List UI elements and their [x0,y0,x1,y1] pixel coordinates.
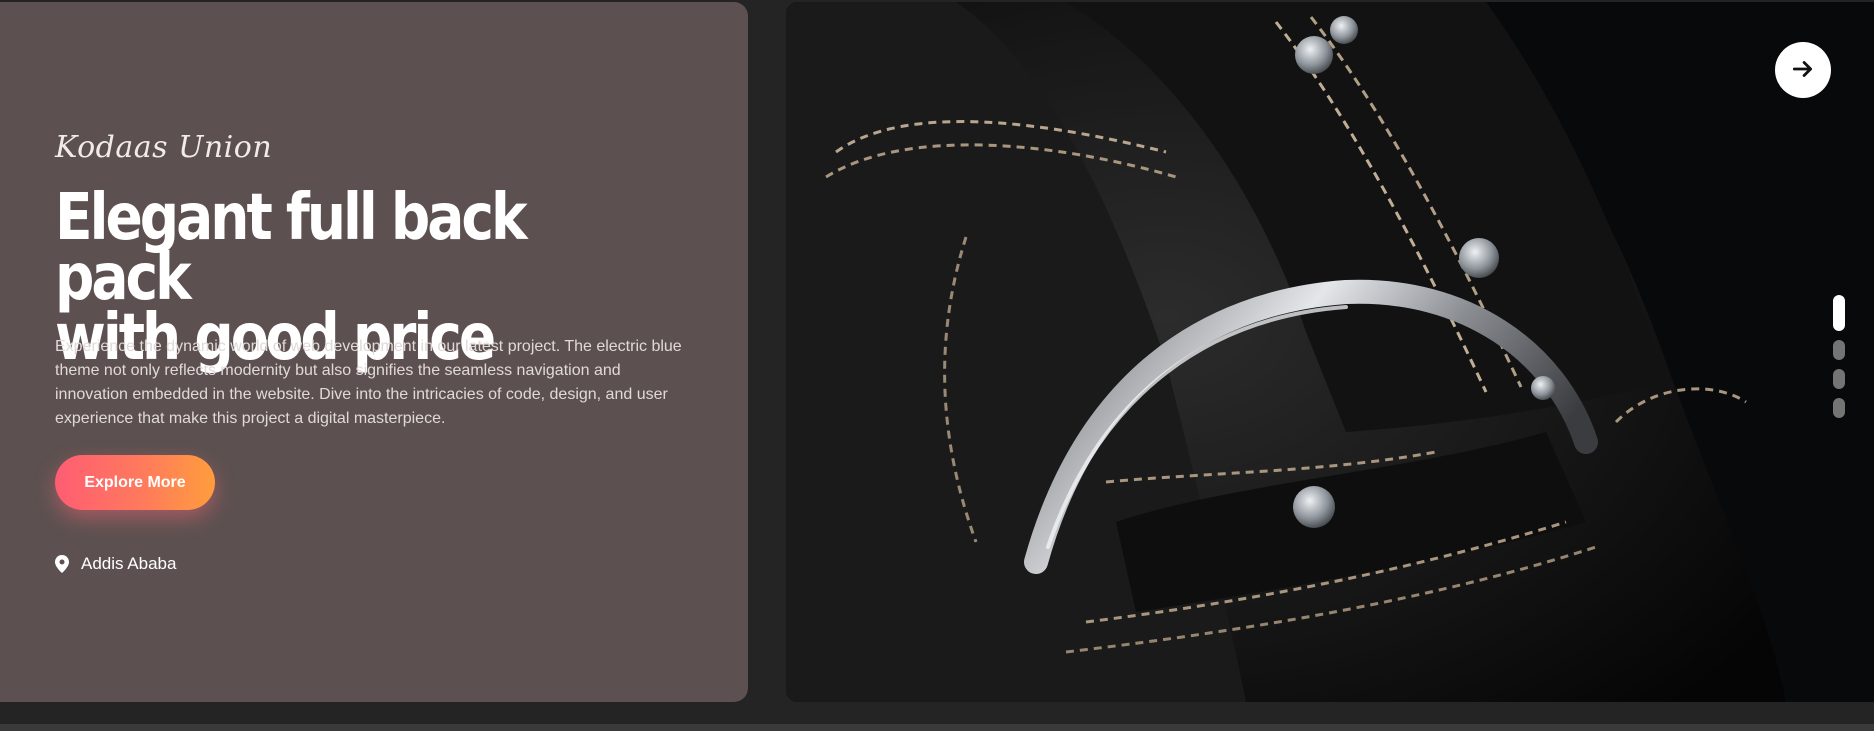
location-info: Addis Ababa [55,554,176,574]
product-image [786,2,1874,702]
hero-description: Experience the dynamic world of web deve… [55,338,682,427]
arrow-right-icon [1790,56,1816,85]
slide-pager [1833,295,1845,427]
headline-line-1: Elegant full back pack [55,181,528,315]
slide-dot-4[interactable] [1833,398,1845,418]
next-slide-button[interactable] [1775,42,1831,98]
explore-more-button[interactable]: Explore More [55,455,215,510]
brand-name: Kodaas Union [55,130,273,165]
hero-info-card: Kodaas Union Elegant full back pack with… [0,2,748,702]
slide-dot-3[interactable] [1833,369,1845,389]
location-pin-icon [55,555,69,573]
bottom-edge-strip [0,724,1874,731]
slide-dot-2[interactable] [1833,340,1845,360]
location-label: Addis Ababa [81,554,177,573]
slide-dot-1[interactable] [1833,295,1845,331]
